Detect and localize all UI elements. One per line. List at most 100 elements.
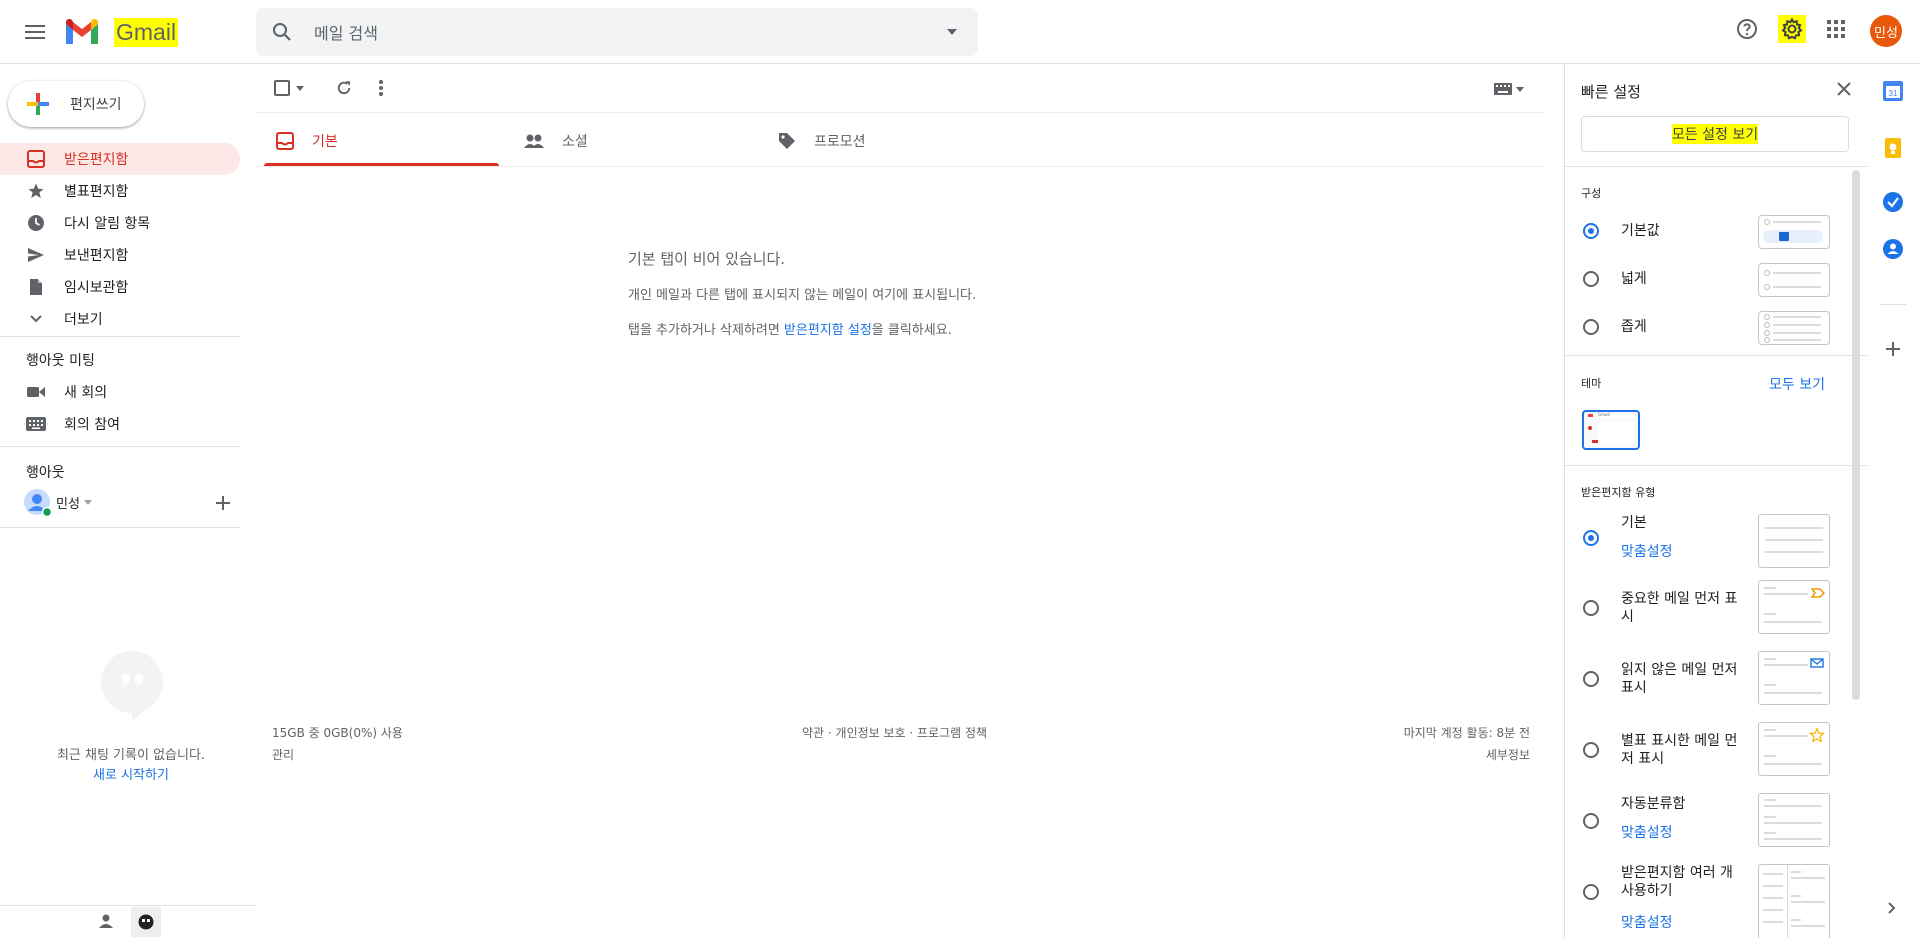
theme-label: 테마: [1581, 377, 1602, 390]
quick-settings-scrollbar[interactable]: [1852, 170, 1860, 700]
nav-item-new-meeting[interactable]: 새 회의: [0, 376, 240, 408]
chevron-down-icon: [26, 309, 46, 329]
nav-item-label: 다시 알림 항목: [64, 216, 151, 232]
density-option-label: 좁게: [1621, 319, 1647, 335]
contacts-icon[interactable]: [1883, 239, 1903, 259]
hangouts-user-name: 민성: [56, 497, 80, 512]
send-icon: [26, 245, 46, 265]
inbox-type-label-text: 받은편지함 여러 개 사용하기: [1621, 865, 1733, 899]
hangouts-user[interactable]: 민성: [56, 493, 92, 512]
close-icon: [1837, 82, 1851, 96]
gear-icon: [1781, 17, 1803, 40]
main-menu-button[interactable]: [18, 16, 54, 48]
envelope-icon: [1810, 658, 1824, 668]
caret-down-icon: [296, 85, 304, 91]
nav-item-more[interactable]: 더보기: [0, 303, 240, 335]
density-default-radio[interactable]: [1583, 223, 1599, 239]
mail-toolbar: [255, 66, 1545, 113]
nav-divider: [0, 336, 240, 337]
top-header: Gmail 민성: [0, 0, 1920, 64]
select-all-checkbox[interactable]: [274, 80, 304, 96]
density-comfortable-radio[interactable]: [1583, 271, 1599, 287]
inbox-type-priority-radio[interactable]: [1583, 813, 1599, 829]
input-tools-button[interactable]: [1494, 83, 1524, 95]
density-option-label: 넓게: [1621, 271, 1647, 287]
policy-links[interactable]: 약관 · 개인정보 보호 · 프로그램 정책: [802, 724, 987, 741]
quick-settings-title: 빠른 설정: [1581, 83, 1641, 101]
tab-primary[interactable]: 기본: [264, 115, 499, 167]
people-icon: [524, 134, 544, 148]
add-chat-button[interactable]: [216, 496, 230, 510]
search-bar[interactable]: [256, 8, 978, 56]
nav-item-inbox[interactable]: 받은편지함: [0, 143, 240, 175]
compose-label: 편지쓰기: [70, 97, 122, 113]
density-label: 구성: [1581, 187, 1602, 200]
tab-promotions[interactable]: 프로모션: [766, 115, 1001, 167]
settings-button[interactable]: [1778, 15, 1806, 43]
account-avatar[interactable]: 민성: [1870, 15, 1902, 47]
theme-thumbnail[interactable]: Gmail: [1582, 410, 1640, 450]
calendar-icon[interactable]: 31: [1883, 81, 1903, 101]
compose-button[interactable]: 편지쓰기: [8, 81, 144, 127]
google-apps-button[interactable]: [1826, 19, 1846, 39]
section-divider: [1565, 465, 1867, 466]
gmail-logo[interactable]: Gmail: [64, 14, 179, 50]
tab-label: 소셜: [562, 134, 588, 150]
density-compact-radio[interactable]: [1583, 319, 1599, 335]
inbox-type-customize-link[interactable]: 맞춤설정: [1621, 541, 1673, 561]
inbox-icon: [26, 149, 46, 169]
inbox-type-important-radio[interactable]: [1583, 600, 1599, 616]
inbox-type-customize-link[interactable]: 맞춤설정: [1621, 822, 1673, 842]
nav-item-label: 별표편지함: [64, 184, 129, 200]
nav-item-label: 더보기: [64, 312, 103, 328]
nav-item-label: 새 회의: [64, 385, 108, 401]
manage-storage-link[interactable]: 관리: [272, 746, 403, 763]
close-quick-settings-button[interactable]: [1837, 82, 1851, 96]
inbox-type-customize-link[interactable]: 맞춤설정: [1621, 912, 1673, 932]
video-icon: [26, 382, 46, 402]
plus-icon: [26, 92, 50, 116]
nav-item-label: 보낸편지함: [64, 248, 129, 264]
chat-start-link[interactable]: 새로 시작하기: [0, 764, 262, 783]
nav-item-label: 회의 참여: [64, 417, 120, 433]
theme-view-all-link[interactable]: 모두 보기: [1769, 374, 1825, 394]
inbox-type-unread-radio[interactable]: [1583, 671, 1599, 687]
inbox-starred-preview: [1758, 722, 1830, 776]
search-icon[interactable]: [270, 20, 294, 44]
inbox-type-default-radio[interactable]: [1583, 530, 1599, 546]
empty-state-description: 개인 메일과 다른 탭에 표시되지 않는 메일이 여기에 표시됩니다.: [628, 288, 977, 303]
more-options-button[interactable]: [379, 79, 383, 97]
chat-empty-text: 최근 채팅 기록이 없습니다.: [56, 748, 206, 763]
inbox-type-starred-radio[interactable]: [1583, 742, 1599, 758]
activity-details-link[interactable]: 세부정보: [1404, 746, 1530, 763]
nav-item-label: 받은편지함: [64, 152, 129, 168]
tab-social[interactable]: 소셜: [512, 115, 747, 167]
tabs-divider: [255, 166, 1545, 167]
meet-section-title: 행아웃 미팅: [26, 353, 95, 369]
gmail-wordmark: Gmail: [114, 17, 179, 47]
chevron-right-icon[interactable]: [1888, 902, 1896, 914]
nav-item-sent[interactable]: 보낸편지함: [0, 239, 240, 271]
person-icon[interactable]: [99, 914, 113, 928]
hangouts-user-avatar[interactable]: [24, 489, 52, 517]
apps-grid-icon: [1827, 20, 1845, 38]
search-input[interactable]: [312, 20, 876, 46]
keep-icon[interactable]: [1883, 138, 1903, 158]
nav-item-snoozed[interactable]: 다시 알림 항목: [0, 207, 240, 239]
tag-icon: [778, 132, 796, 150]
tasks-icon[interactable]: [1883, 192, 1903, 212]
hangouts-quote-icon[interactable]: [131, 907, 161, 937]
nav-item-starred[interactable]: 별표편지함: [0, 175, 240, 207]
search-options-icon[interactable]: [946, 28, 958, 36]
inbox-type-label-text: 중요한 메일 먼저 표시: [1621, 591, 1738, 625]
inbox-type-label-text: 별표 표시한 메일 먼저 표시: [1621, 733, 1738, 767]
important-marker-icon: [1811, 588, 1825, 598]
add-addon-button[interactable]: [1886, 342, 1900, 356]
help-button[interactable]: [1735, 17, 1759, 41]
all-settings-button[interactable]: 모든 설정 보기: [1581, 116, 1849, 152]
nav-item-drafts[interactable]: 임시보관함: [0, 271, 240, 303]
nav-item-join-meeting[interactable]: 회의 참여: [0, 408, 240, 440]
refresh-button[interactable]: [335, 79, 353, 97]
inbox-settings-link[interactable]: 받은편지함 설정: [784, 323, 872, 338]
inbox-type-multiple-radio[interactable]: [1583, 884, 1599, 900]
